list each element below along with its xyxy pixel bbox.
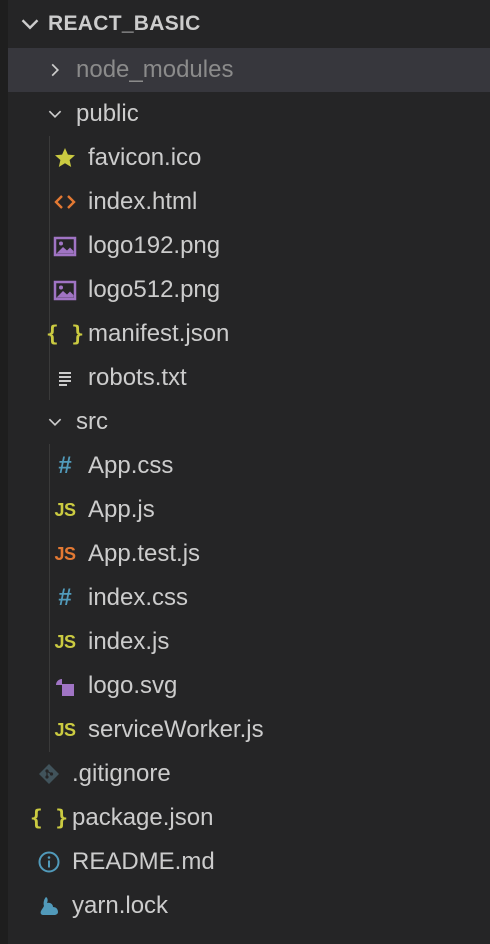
tree-item-label: node_modules xyxy=(76,56,234,83)
css-hash-icon: # xyxy=(58,584,72,611)
tree-item-label: index.css xyxy=(88,584,189,611)
tree-item-label: App.test.js xyxy=(88,540,201,567)
star-icon xyxy=(52,145,78,171)
chevron-down-icon xyxy=(21,19,39,30)
tree-item-node-modules[interactable]: node_modules xyxy=(8,48,490,92)
tree-item-readme[interactable]: README.md xyxy=(8,840,490,884)
info-icon xyxy=(36,849,62,875)
project-name: REACT_BASIC xyxy=(48,12,201,35)
tree-item-label: README.md xyxy=(72,848,215,875)
tree-item-robots-txt[interactable]: robots.txt xyxy=(8,356,490,400)
tree-item-logo192[interactable]: logo192.png xyxy=(8,224,490,268)
tree-item-label: package.json xyxy=(72,804,214,831)
image-icon xyxy=(52,277,78,303)
git-icon xyxy=(36,761,62,787)
js-test-icon: JS xyxy=(54,543,76,564)
tree-item-app-css[interactable]: # App.css xyxy=(8,444,490,488)
tree-item-favicon[interactable]: favicon.ico xyxy=(8,136,490,180)
tree-item-app-test-js[interactable]: JS App.test.js xyxy=(8,532,490,576)
tree-item-logo-svg[interactable]: logo.svg xyxy=(8,664,490,708)
svg-shapes-icon xyxy=(52,673,78,699)
tree-item-label: logo512.png xyxy=(88,276,221,303)
tree-item-label: favicon.ico xyxy=(88,144,202,171)
chevron-right-icon[interactable] xyxy=(44,57,66,83)
tree-item-yarn-lock[interactable]: yarn.lock xyxy=(8,884,490,928)
chevron-down-icon[interactable] xyxy=(44,409,66,435)
tree-item-index-js[interactable]: JS index.js xyxy=(8,620,490,664)
tree-item-label: serviceWorker.js xyxy=(88,716,264,743)
js-icon: JS xyxy=(54,631,76,652)
chevron-down-icon[interactable] xyxy=(44,101,66,127)
tree-item-label: .gitignore xyxy=(72,760,171,787)
js-icon: JS xyxy=(54,719,76,740)
tree-item-label: logo.svg xyxy=(88,672,178,699)
tree-item-service-worker-js[interactable]: JS serviceWorker.js xyxy=(8,708,490,752)
css-hash-icon: # xyxy=(58,452,72,479)
tree-item-app-js[interactable]: JS App.js xyxy=(8,488,490,532)
json-braces-icon: { } xyxy=(46,322,84,346)
js-icon: JS xyxy=(54,499,76,520)
tree-item-src-folder[interactable]: src xyxy=(8,400,490,444)
tree-item-manifest-json[interactable]: { } manifest.json xyxy=(8,312,490,356)
yarn-icon xyxy=(36,893,62,919)
tree-item-label: robots.txt xyxy=(88,364,187,391)
text-lines-icon xyxy=(52,365,78,391)
image-icon xyxy=(52,233,78,259)
tree-item-label: yarn.lock xyxy=(72,892,169,919)
html-code-icon xyxy=(52,189,78,215)
tree-item-label: src xyxy=(76,408,108,435)
tree-item-package-json[interactable]: { } package.json xyxy=(8,796,490,840)
tree-item-public-folder[interactable]: public xyxy=(8,92,490,136)
tree-item-label: App.js xyxy=(88,496,155,523)
tree-item-index-css[interactable]: # index.css xyxy=(8,576,490,620)
tree-item-label: index.html xyxy=(88,188,198,215)
tree-item-gitignore[interactable]: .gitignore xyxy=(8,752,490,796)
tree-item-index-html[interactable]: index.html xyxy=(8,180,490,224)
tree-item-label: App.css xyxy=(88,452,174,479)
explorer-section-header[interactable]: REACT_BASIC xyxy=(8,0,490,48)
tree-item-label: manifest.json xyxy=(88,320,230,347)
tree-item-label: index.js xyxy=(88,628,170,655)
tree-item-logo512[interactable]: logo512.png xyxy=(8,268,490,312)
activity-edge xyxy=(0,0,8,944)
json-braces-icon: { } xyxy=(30,806,68,830)
tree-item-label: public xyxy=(76,100,139,127)
file-explorer: REACT_BASIC node_modules public favicon.… xyxy=(0,0,490,944)
tree-item-label: logo192.png xyxy=(88,232,221,259)
